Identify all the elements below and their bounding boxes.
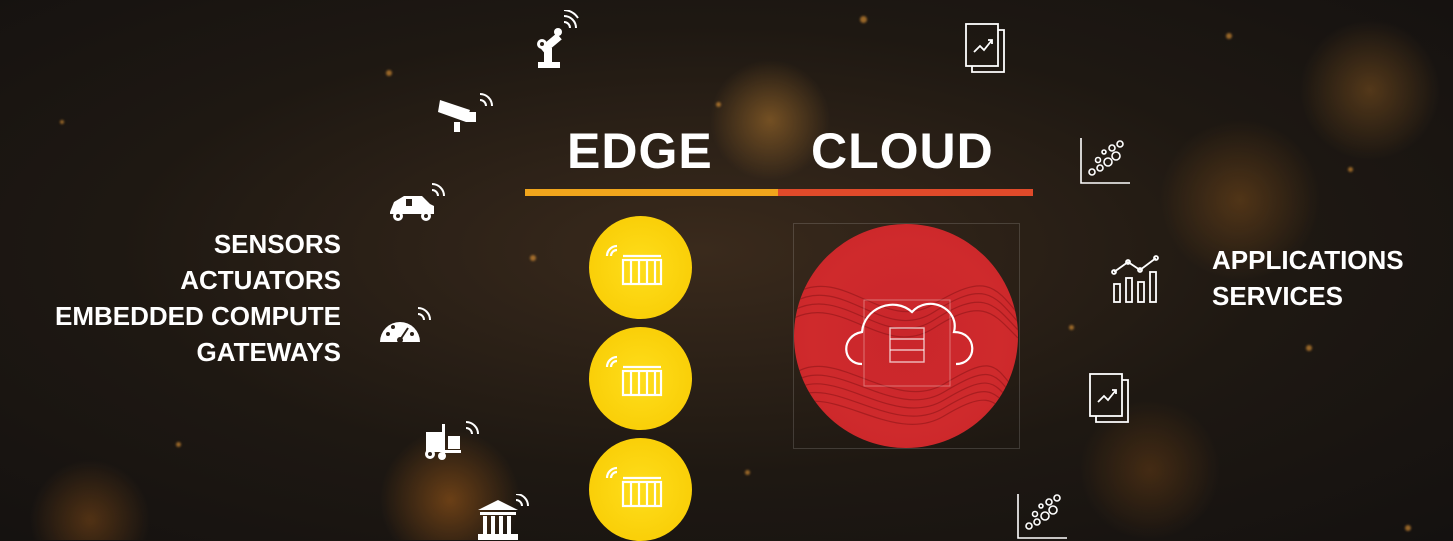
robot-arm-icon	[537, 10, 579, 68]
bokeh-dot	[1226, 33, 1232, 39]
label-applications: APPLICATIONS	[1212, 245, 1404, 275]
edge-bar	[525, 189, 778, 196]
bokeh-dot	[530, 255, 536, 261]
forklift-icon	[425, 421, 479, 460]
edge-heading: EDGE	[567, 123, 713, 179]
bokeh-dot	[1306, 345, 1312, 351]
edge-node	[589, 438, 692, 541]
gauge-icon	[380, 307, 431, 343]
scatter-chart-icon	[1080, 138, 1130, 184]
label-actuators: ACTUATORS	[180, 265, 341, 295]
wave-pattern	[794, 285, 1018, 427]
bar-line-chart-icon	[1111, 255, 1159, 303]
bokeh-dot	[60, 120, 64, 124]
bokeh-dot	[745, 470, 750, 475]
bokeh-dot	[176, 442, 181, 447]
edge-node	[589, 327, 692, 430]
report-chart-icon	[1089, 373, 1129, 423]
bokeh-dot	[716, 102, 721, 107]
gateway-device-icon	[605, 466, 663, 508]
bokeh-dot	[386, 70, 392, 76]
gateway-device-icon	[605, 244, 663, 286]
application-labels: APPLICATIONS SERVICES	[1212, 242, 1404, 314]
cloud-circle	[794, 224, 1018, 448]
cloud-frame	[793, 223, 1020, 449]
device-labels: SENSORS ACTUATORS EMBEDDED COMPUTE GATEW…	[55, 226, 341, 370]
bokeh-dot	[1348, 167, 1353, 172]
label-services: SERVICES	[1212, 281, 1344, 311]
label-sensors: SENSORS	[213, 229, 341, 259]
security-camera-icon	[438, 93, 493, 132]
bokeh-dot	[1405, 525, 1411, 531]
gateway-device-icon	[605, 355, 663, 397]
cloud-heading: CLOUD	[811, 123, 994, 179]
bokeh-dot	[860, 16, 867, 23]
edge-node	[589, 216, 692, 319]
label-embedded-compute: EMBEDDED COMPUTE	[54, 301, 341, 331]
connected-car-icon	[390, 183, 445, 221]
label-gateways: GATEWAYS	[196, 337, 341, 367]
report-chart-icon	[965, 23, 1005, 73]
scatter-chart-icon	[1017, 494, 1067, 539]
cloud-bar	[778, 189, 1033, 196]
bokeh-dot	[1069, 325, 1074, 330]
bank-building-icon	[478, 494, 529, 540]
